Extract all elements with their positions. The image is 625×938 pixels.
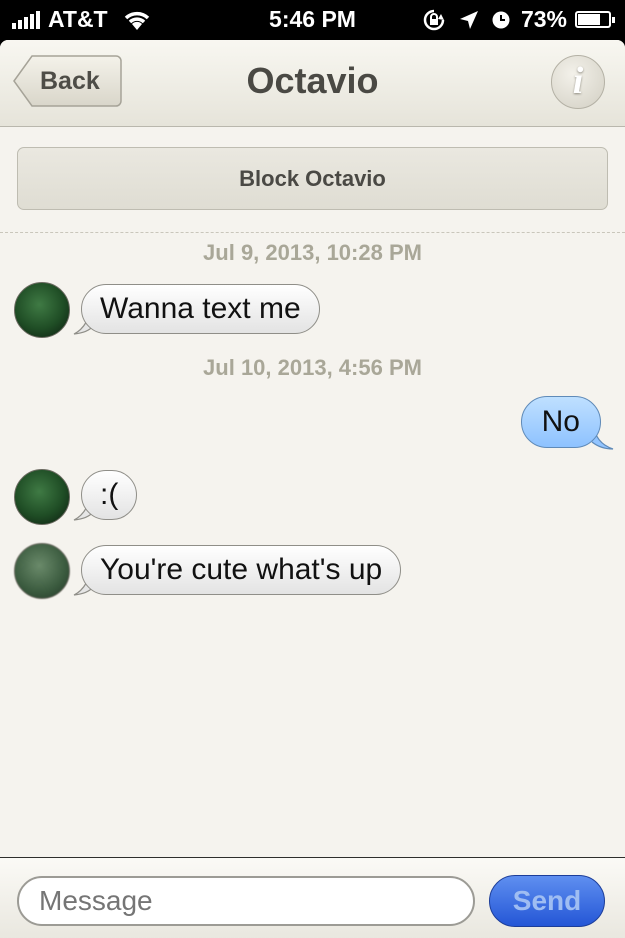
status-right: 73% (421, 6, 615, 33)
message-bubble-outgoing: No (520, 396, 601, 448)
info-icon: i (572, 60, 584, 102)
avatar (14, 282, 70, 338)
battery-percent: 73% (520, 6, 567, 32)
timestamp: Jul 10, 2013, 4:56 PM (203, 355, 422, 380)
timestamp: Jul 9, 2013, 10:28 PM (203, 240, 422, 265)
navigation-bar: Back Octavio i (0, 40, 625, 127)
divider (0, 232, 625, 233)
battery-fill (578, 14, 600, 25)
message-bubble-incoming: Wanna text me (81, 284, 320, 334)
location-arrow-icon (459, 10, 478, 29)
battery-icon (575, 11, 615, 28)
messages-screen: Back Octavio i Block Octavio Jul 9, 2013… (0, 40, 625, 938)
send-button[interactable]: Send (489, 875, 605, 927)
conversation-title: Octavio (246, 60, 379, 101)
message-bubble-incoming: You're cute what's up (81, 545, 402, 595)
info-button[interactable]: i (551, 55, 605, 109)
message-bubble-incoming: :( (81, 470, 138, 520)
avatar (14, 469, 70, 525)
message-composer: Send (0, 857, 625, 938)
block-contact-button[interactable]: Block Octavio (17, 147, 608, 210)
status-bar: AT&T 5:46 PM 73% (0, 0, 625, 40)
avatar (14, 543, 70, 599)
alarm-clock-icon (492, 11, 510, 28)
rotation-lock-icon (423, 9, 445, 30)
message-input[interactable] (17, 876, 475, 926)
